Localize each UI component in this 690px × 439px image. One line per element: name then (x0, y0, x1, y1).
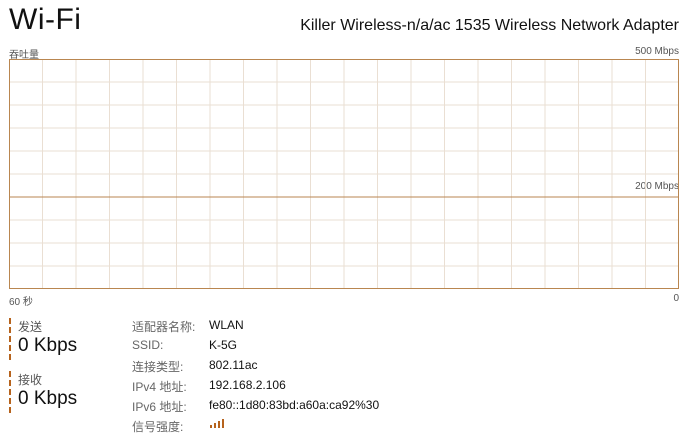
y-max-label: 500 Mbps (635, 46, 679, 57)
property-value: K-5G (209, 338, 238, 352)
property-key: 连接类型: (132, 360, 184, 374)
property-key: IPv4 地址: (132, 380, 187, 394)
receive-value: 0 Kbps (18, 388, 78, 409)
property-key: 信号强度: (132, 420, 184, 434)
property-value: 192.168.2.106 (209, 378, 286, 392)
signal-bar (218, 421, 220, 428)
send-indicator-bar (9, 318, 11, 360)
receive-indicator-bar (9, 371, 11, 413)
receive-label: 接收 (18, 373, 43, 387)
signal-strength-icon (210, 419, 224, 428)
property-value (209, 418, 225, 432)
property-key: 适配器名称: (132, 320, 196, 334)
property-value: 802.11ac (209, 358, 258, 372)
x-right-label: 0 (673, 293, 679, 304)
page-title: Wi-Fi (9, 3, 82, 36)
adapter-name: Killer Wireless-n/a/ac 1535 Wireless Net… (300, 17, 679, 34)
signal-bar (214, 423, 216, 428)
x-left-label: 60 秒 (9, 297, 33, 308)
property-value: fe80::1d80:83bd:a60a:ca92%30 (209, 398, 380, 412)
signal-bar (222, 419, 224, 428)
property-key: SSID: (132, 338, 164, 352)
property-key: IPv6 地址: (132, 400, 187, 414)
property-value: WLAN (209, 318, 244, 332)
send-label: 发送 (18, 320, 43, 334)
throughput-graph (9, 59, 679, 289)
send-value: 0 Kbps (18, 335, 78, 356)
signal-bar (210, 425, 212, 428)
